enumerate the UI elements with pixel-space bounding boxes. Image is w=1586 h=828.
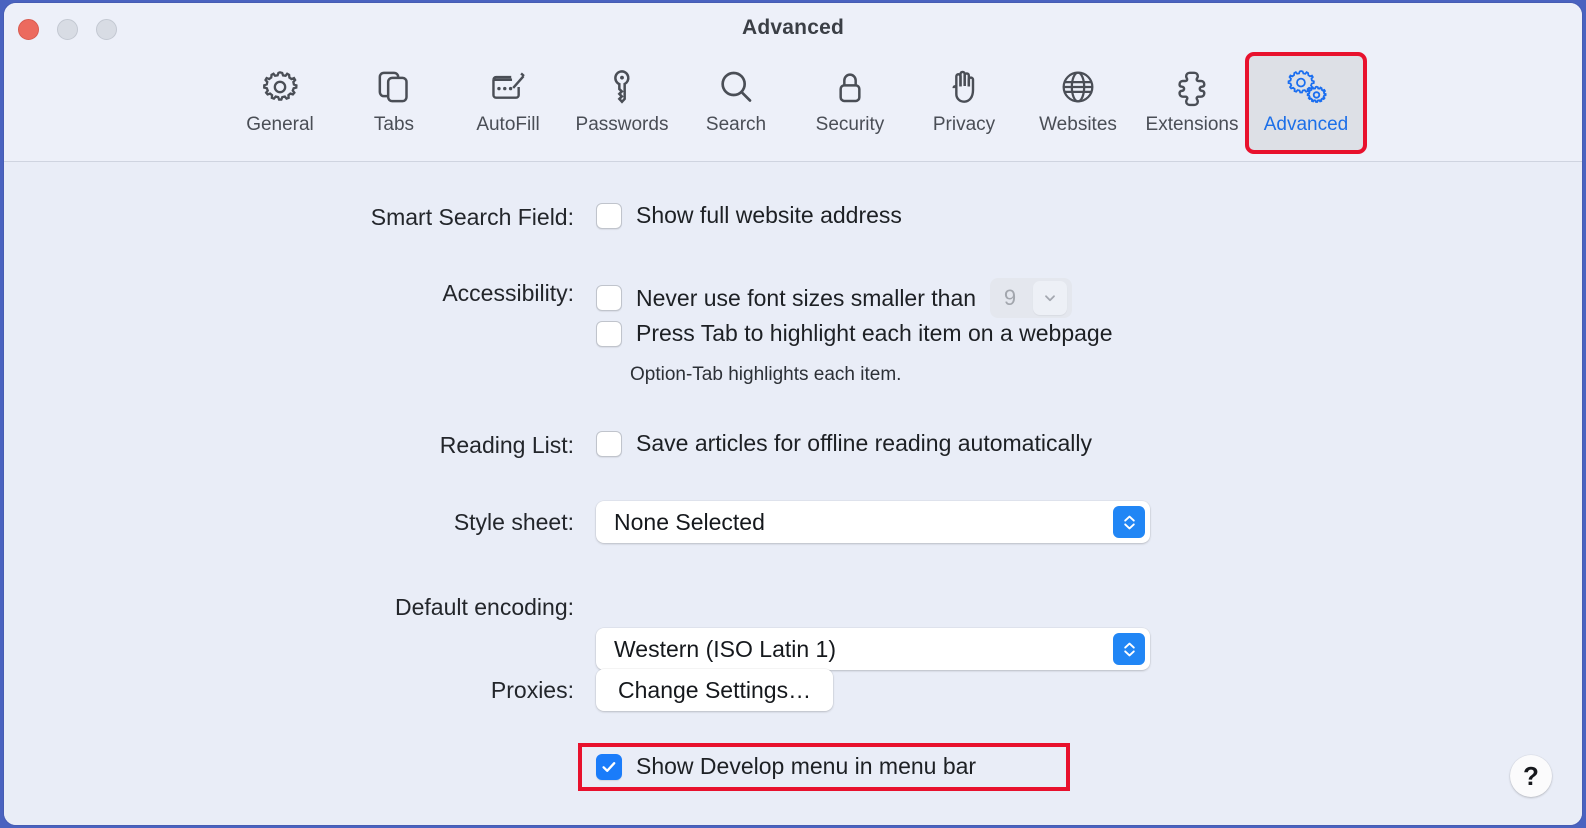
default-encoding-label: Default encoding: — [394, 594, 574, 620]
tab-advanced[interactable]: Advanced — [1245, 52, 1367, 154]
tab-extensions[interactable]: Extensions — [1135, 56, 1249, 150]
key-icon — [602, 64, 642, 110]
tab-label: AutoFill — [476, 114, 540, 135]
show-develop-menu-checkbox[interactable] — [596, 753, 622, 780]
default-encoding-value: Western (ISO Latin 1) — [614, 635, 836, 662]
tab-label: Tabs — [373, 114, 415, 135]
tab-label: Extensions — [1145, 114, 1239, 135]
option-tab-hint: Option-Tab highlights each item. — [630, 364, 902, 385]
save-offline-checkbox[interactable] — [596, 430, 622, 457]
tab-security[interactable]: Security — [793, 56, 907, 150]
min-font-size-checkbox[interactable] — [596, 285, 622, 311]
advanced-settings-pane: Smart Search Field: Show full website ad… — [4, 162, 1582, 825]
tab-autofill[interactable]: AutoFill — [451, 56, 565, 150]
show-develop-menu-row[interactable]: Show Develop menu in menu bar — [596, 753, 976, 780]
puzzle-icon — [1171, 64, 1213, 110]
show-full-address-label: Show full website address — [636, 202, 902, 228]
tab-label: General — [246, 114, 314, 135]
tab-label: Passwords — [575, 114, 669, 135]
press-tab-label: Press Tab to highlight each item on a we… — [636, 320, 1113, 346]
tab-label: Privacy — [932, 114, 996, 135]
save-offline-label: Save articles for offline reading automa… — [636, 430, 1092, 456]
tabs-icon — [374, 64, 414, 110]
lock-icon — [830, 64, 870, 110]
tab-search[interactable]: Search — [679, 56, 793, 150]
save-offline-row[interactable]: Save articles for offline reading automa… — [596, 430, 1092, 457]
change-settings-button[interactable]: Change Settings… — [596, 669, 834, 711]
globe-icon — [1058, 64, 1098, 110]
magnifier-icon — [716, 64, 756, 110]
min-font-size-row[interactable]: Never use font sizes smaller than 9 — [596, 278, 1073, 318]
tab-label: Websites — [1039, 114, 1117, 135]
tab-websites[interactable]: Websites — [1021, 56, 1135, 150]
hand-icon — [944, 64, 984, 110]
title-bar: Advanced — [4, 3, 1582, 55]
style-sheet-popup-button[interactable]: None Selected — [596, 501, 1150, 543]
tab-tabs[interactable]: Tabs — [337, 56, 451, 150]
show-full-address-checkbox[interactable] — [596, 202, 622, 229]
reading-list-label: Reading List: — [439, 432, 574, 458]
style-sheet-label: Style sheet: — [453, 509, 574, 535]
tab-privacy[interactable]: Privacy — [907, 56, 1021, 150]
press-tab-checkbox[interactable] — [596, 320, 622, 347]
autofill-icon — [487, 64, 529, 110]
tab-label: Search — [705, 114, 767, 135]
tab-label: Security — [815, 114, 885, 135]
style-sheet-value: None Selected — [614, 508, 765, 535]
min-font-size-value: 9 — [1003, 285, 1017, 310]
gear-icon — [260, 64, 300, 110]
default-encoding-popup-button[interactable]: Western (ISO Latin 1) — [596, 628, 1150, 670]
preferences-window: Advanced General Tabs AutoFill Passwords… — [4, 3, 1582, 825]
chevron-down-icon[interactable] — [1033, 281, 1068, 315]
tab-general[interactable]: General — [223, 56, 337, 150]
press-tab-row[interactable]: Press Tab to highlight each item on a we… — [596, 320, 1113, 347]
tab-passwords[interactable]: Passwords — [565, 56, 679, 150]
two-gears-icon — [1282, 64, 1330, 110]
proxies-label: Proxies: — [490, 677, 574, 703]
smart-search-field-label: Smart Search Field: — [370, 204, 574, 230]
preferences-toolbar: General Tabs AutoFill Passwords Search S… — [4, 51, 1582, 162]
show-develop-menu-label: Show Develop menu in menu bar — [636, 753, 977, 779]
min-font-size-label: Never use font sizes smaller than — [636, 284, 977, 311]
show-full-address-row[interactable]: Show full website address — [596, 202, 902, 229]
accessibility-label: Accessibility: — [442, 280, 574, 306]
help-button[interactable]: ? — [1510, 755, 1552, 797]
tab-label: Advanced — [1263, 114, 1349, 135]
page-title: Advanced — [742, 16, 844, 39]
up-down-chevron-icon[interactable] — [1113, 633, 1145, 665]
up-down-chevron-icon[interactable] — [1113, 506, 1145, 538]
min-font-size-combobox[interactable]: 9 — [990, 278, 1073, 318]
